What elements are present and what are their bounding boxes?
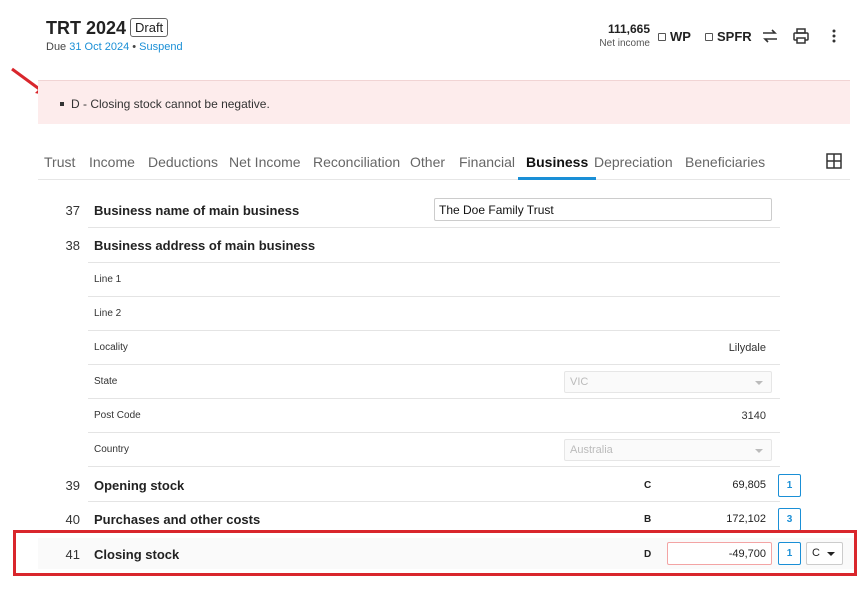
row-number: 38 bbox=[65, 238, 80, 253]
purchases-count-button[interactable]: 3 bbox=[778, 508, 801, 531]
net-income-label: Net income bbox=[599, 38, 650, 49]
tab-other[interactable]: Other bbox=[410, 154, 445, 170]
due-line: Due 31 Oct 2024 • Suspend bbox=[46, 41, 183, 53]
row-label: Purchases and other costs bbox=[94, 512, 261, 527]
divider bbox=[88, 398, 780, 399]
line1-label: Line 1 bbox=[94, 274, 122, 285]
state-select-value: VIC bbox=[570, 376, 589, 388]
locality-value: Lilydale bbox=[728, 342, 766, 354]
annotation-highlight-box bbox=[13, 530, 857, 576]
row-opening-stock: 39 Opening stock bbox=[38, 471, 780, 501]
wp-checkbox-label: WP bbox=[670, 29, 691, 44]
divider bbox=[88, 227, 780, 228]
divider bbox=[88, 330, 780, 331]
business-name-input[interactable] bbox=[434, 198, 772, 221]
tab-bar: Trust Income Deductions Net Income Recon… bbox=[38, 146, 850, 180]
error-message: D - Closing stock cannot be negative. bbox=[60, 97, 270, 111]
wp-checkbox-box[interactable] bbox=[658, 32, 666, 41]
locality-label: Locality bbox=[94, 342, 128, 353]
status-badge: Draft bbox=[130, 18, 169, 37]
row-number: 37 bbox=[65, 203, 80, 218]
line2-label: Line 2 bbox=[94, 308, 122, 319]
chevron-down-icon bbox=[755, 449, 763, 453]
row-number: 40 bbox=[65, 512, 80, 527]
chevron-down-icon bbox=[755, 381, 763, 385]
purchases-code: B bbox=[644, 514, 652, 525]
tab-business[interactable]: Business bbox=[517, 154, 597, 180]
divider bbox=[88, 501, 780, 502]
tab-income[interactable]: Income bbox=[89, 154, 135, 170]
more-vertical-icon[interactable] bbox=[824, 26, 844, 46]
spfr-checkbox-box[interactable] bbox=[705, 32, 713, 41]
tab-deductions[interactable]: Deductions bbox=[148, 154, 218, 170]
suspend-link[interactable]: Suspend bbox=[139, 41, 182, 53]
row-business-address: 38 Business address of main business bbox=[38, 231, 780, 261]
divider bbox=[88, 432, 780, 433]
error-banner: D - Closing stock cannot be negative. bbox=[38, 80, 850, 124]
return-title: TRT 2024 bbox=[46, 18, 127, 38]
opening-stock-code: C bbox=[644, 480, 652, 491]
tab-beneficiaries[interactable]: Beneficiaries bbox=[685, 154, 765, 170]
due-date-link[interactable]: 31 Oct 2024 bbox=[69, 41, 129, 53]
tab-depreciation[interactable]: Depreciation bbox=[594, 154, 673, 170]
due-separator: • bbox=[132, 41, 137, 53]
print-icon[interactable] bbox=[791, 26, 811, 46]
state-select: VIC bbox=[564, 371, 772, 393]
divider bbox=[88, 364, 780, 365]
divider bbox=[88, 466, 780, 467]
country-select-value: Australia bbox=[570, 444, 613, 456]
row-label: Opening stock bbox=[94, 478, 185, 493]
return-header: TRT 2024 Draft Due 31 Oct 2024 • Suspend… bbox=[38, 10, 850, 64]
due-prefix: Due bbox=[46, 41, 67, 53]
net-income-value: 111,665 bbox=[607, 22, 650, 36]
row-label: Business address of main business bbox=[94, 238, 316, 253]
tab-financial[interactable]: Financial bbox=[459, 154, 515, 170]
opening-stock-count-button[interactable]: 1 bbox=[778, 474, 801, 497]
postcode-label: Post Code bbox=[94, 410, 141, 421]
divider bbox=[88, 296, 780, 297]
purchases-amount: 172,102 bbox=[726, 513, 766, 525]
country-label: Country bbox=[94, 444, 130, 455]
grid-view-icon[interactable] bbox=[826, 153, 842, 169]
spfr-checkbox-label: SPFR bbox=[717, 29, 752, 44]
tab-trust[interactable]: Trust bbox=[44, 154, 75, 170]
divider bbox=[88, 262, 780, 263]
swap-icon[interactable] bbox=[760, 26, 780, 46]
row-number: 39 bbox=[65, 478, 80, 493]
tab-net-income[interactable]: Net Income bbox=[229, 154, 301, 170]
opening-stock-amount: 69,805 bbox=[732, 479, 766, 491]
spfr-checkbox[interactable]: SPFR bbox=[705, 29, 752, 44]
state-label: State bbox=[94, 376, 118, 387]
wp-checkbox[interactable]: WP bbox=[658, 29, 691, 44]
postcode-value: 3140 bbox=[741, 410, 766, 422]
row-label: Business name of main business bbox=[94, 203, 300, 218]
country-select: Australia bbox=[564, 439, 772, 461]
tab-reconciliation[interactable]: Reconciliation bbox=[313, 154, 400, 170]
